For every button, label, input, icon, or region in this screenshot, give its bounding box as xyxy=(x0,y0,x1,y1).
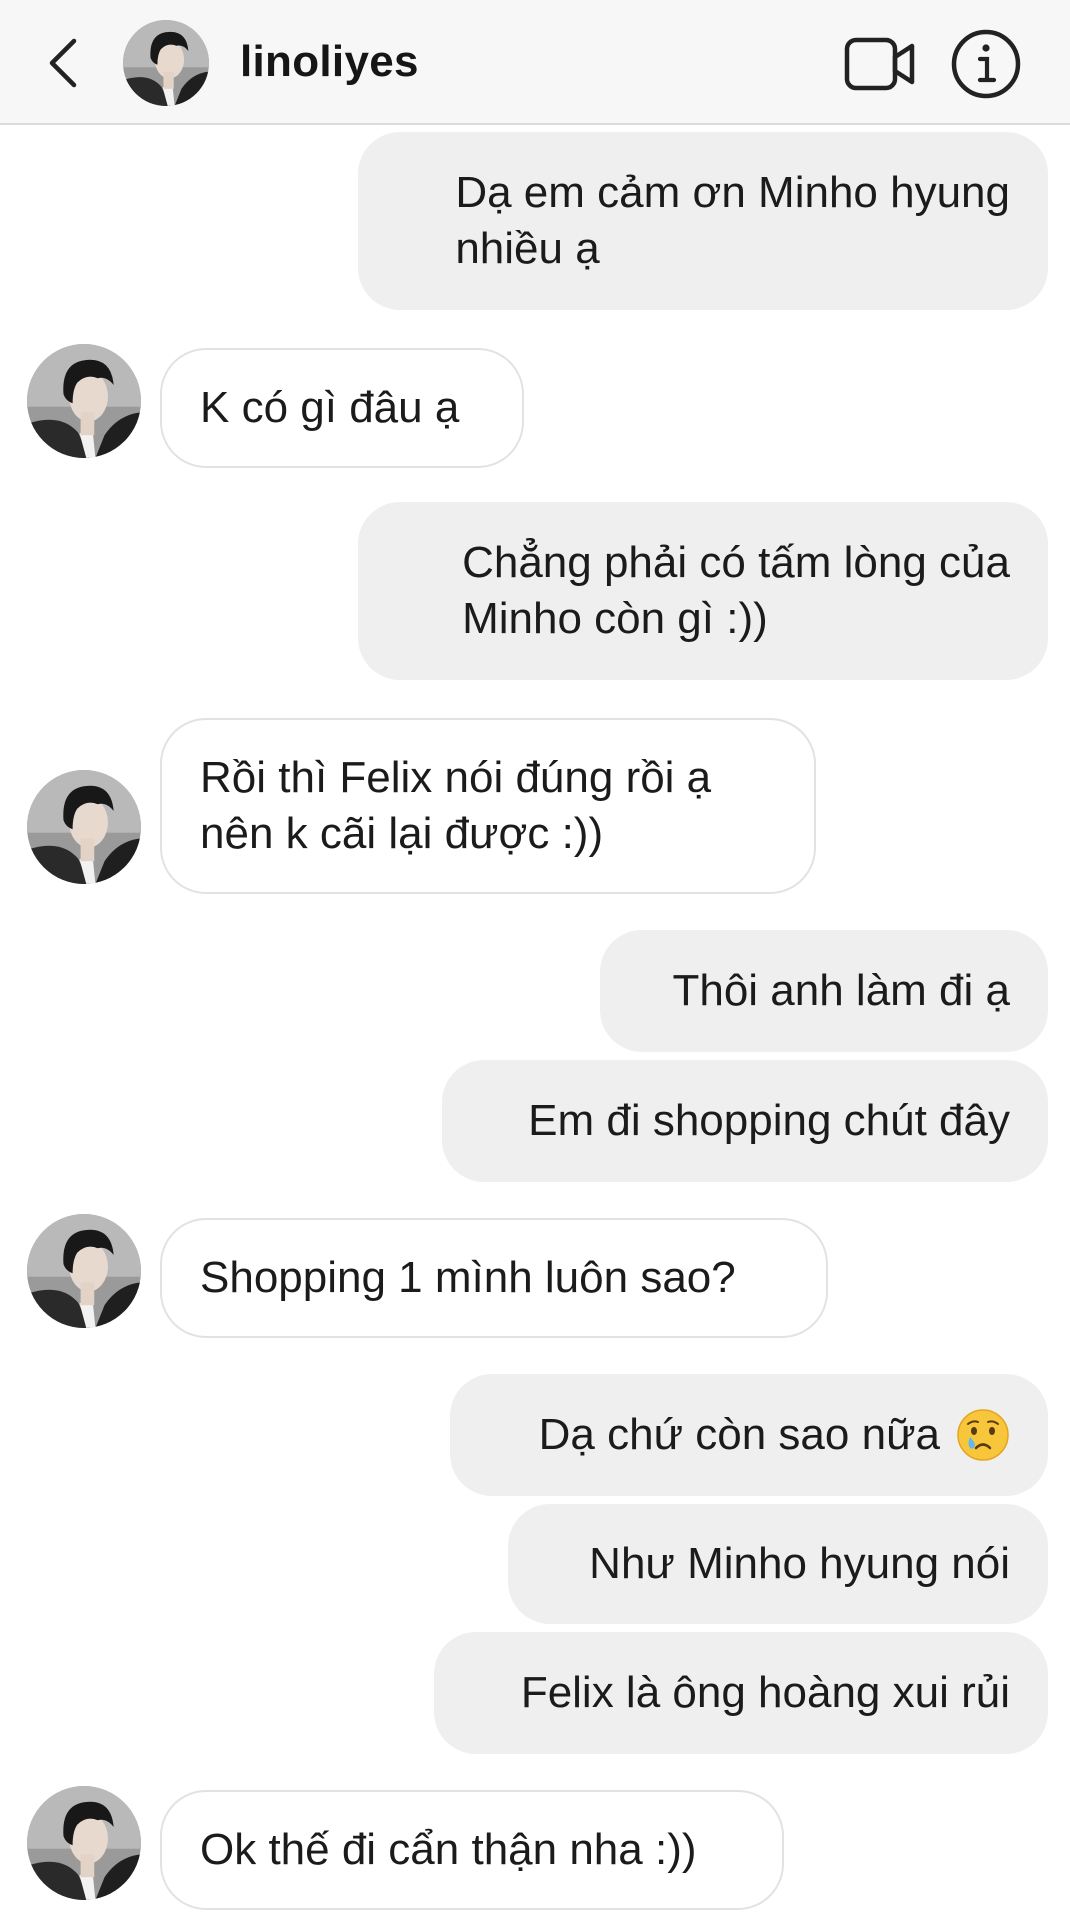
message-text: K có gì đâu ạ xyxy=(200,383,460,432)
sender-avatar[interactable] xyxy=(27,1214,141,1328)
info-button[interactable] xyxy=(948,26,1024,102)
sender-avatar[interactable] xyxy=(27,1786,141,1900)
message-text: Chẳng phải có tấm lòng của Minho còn gì … xyxy=(462,538,1010,643)
header-avatar[interactable] xyxy=(123,20,209,106)
message-bubble-sent[interactable]: Dạ chứ còn sao nữa xyxy=(450,1374,1048,1496)
message-text: Thôi anh làm đi ạ xyxy=(672,966,1010,1015)
info-icon xyxy=(951,29,1021,99)
crying-face-emoji xyxy=(957,1409,1009,1461)
chat-header: linoliyes xyxy=(0,0,1070,125)
message-text: Như Minho hyung nói xyxy=(589,1539,1010,1588)
message-text: Rồi thì Felix nói đúng rồi ạ nên k cãi l… xyxy=(200,753,712,858)
sender-avatar[interactable] xyxy=(27,770,141,884)
sender-avatar[interactable] xyxy=(27,344,141,458)
message-bubble-received[interactable]: K có gì đâu ạ xyxy=(160,348,524,468)
message-text: Felix là ông hoàng xui rủi xyxy=(520,1668,1010,1717)
back-button[interactable] xyxy=(38,30,88,96)
message-text: Em đi shopping chút đây xyxy=(528,1096,1010,1145)
video-call-button[interactable] xyxy=(840,30,920,98)
message-bubble-sent[interactable]: Như Minho hyung nói xyxy=(508,1504,1048,1624)
message-text: Shopping 1 mình luôn sao? xyxy=(200,1253,736,1302)
message-bubble-sent[interactable]: Felix là ông hoàng xui rủi xyxy=(434,1632,1048,1754)
video-camera-icon xyxy=(844,37,915,91)
message-text: Dạ chứ còn sao nữa xyxy=(538,1410,940,1459)
message-bubble-sent[interactable]: Dạ em cảm ơn Minho hyung nhiều ạ xyxy=(358,132,1048,310)
chevron-left-icon xyxy=(49,38,77,88)
chat-username[interactable]: linoliyes xyxy=(240,36,419,88)
message-text: Ok thế đi cẩn thận nha :)) xyxy=(200,1825,697,1874)
message-bubble-received[interactable]: Shopping 1 mình luôn sao? xyxy=(160,1218,828,1338)
message-text: Dạ em cảm ơn Minho hyung nhiều ạ xyxy=(455,168,1010,273)
message-bubble-received[interactable]: Rồi thì Felix nói đúng rồi ạ nên k cãi l… xyxy=(160,718,816,894)
message-bubble-sent[interactable]: Thôi anh làm đi ạ xyxy=(600,930,1048,1052)
message-bubble-sent[interactable]: Chẳng phải có tấm lòng của Minho còn gì … xyxy=(358,502,1048,680)
message-bubble-sent[interactable]: Em đi shopping chút đây xyxy=(442,1060,1048,1182)
message-bubble-received[interactable]: Ok thế đi cẩn thận nha :)) xyxy=(160,1790,784,1910)
